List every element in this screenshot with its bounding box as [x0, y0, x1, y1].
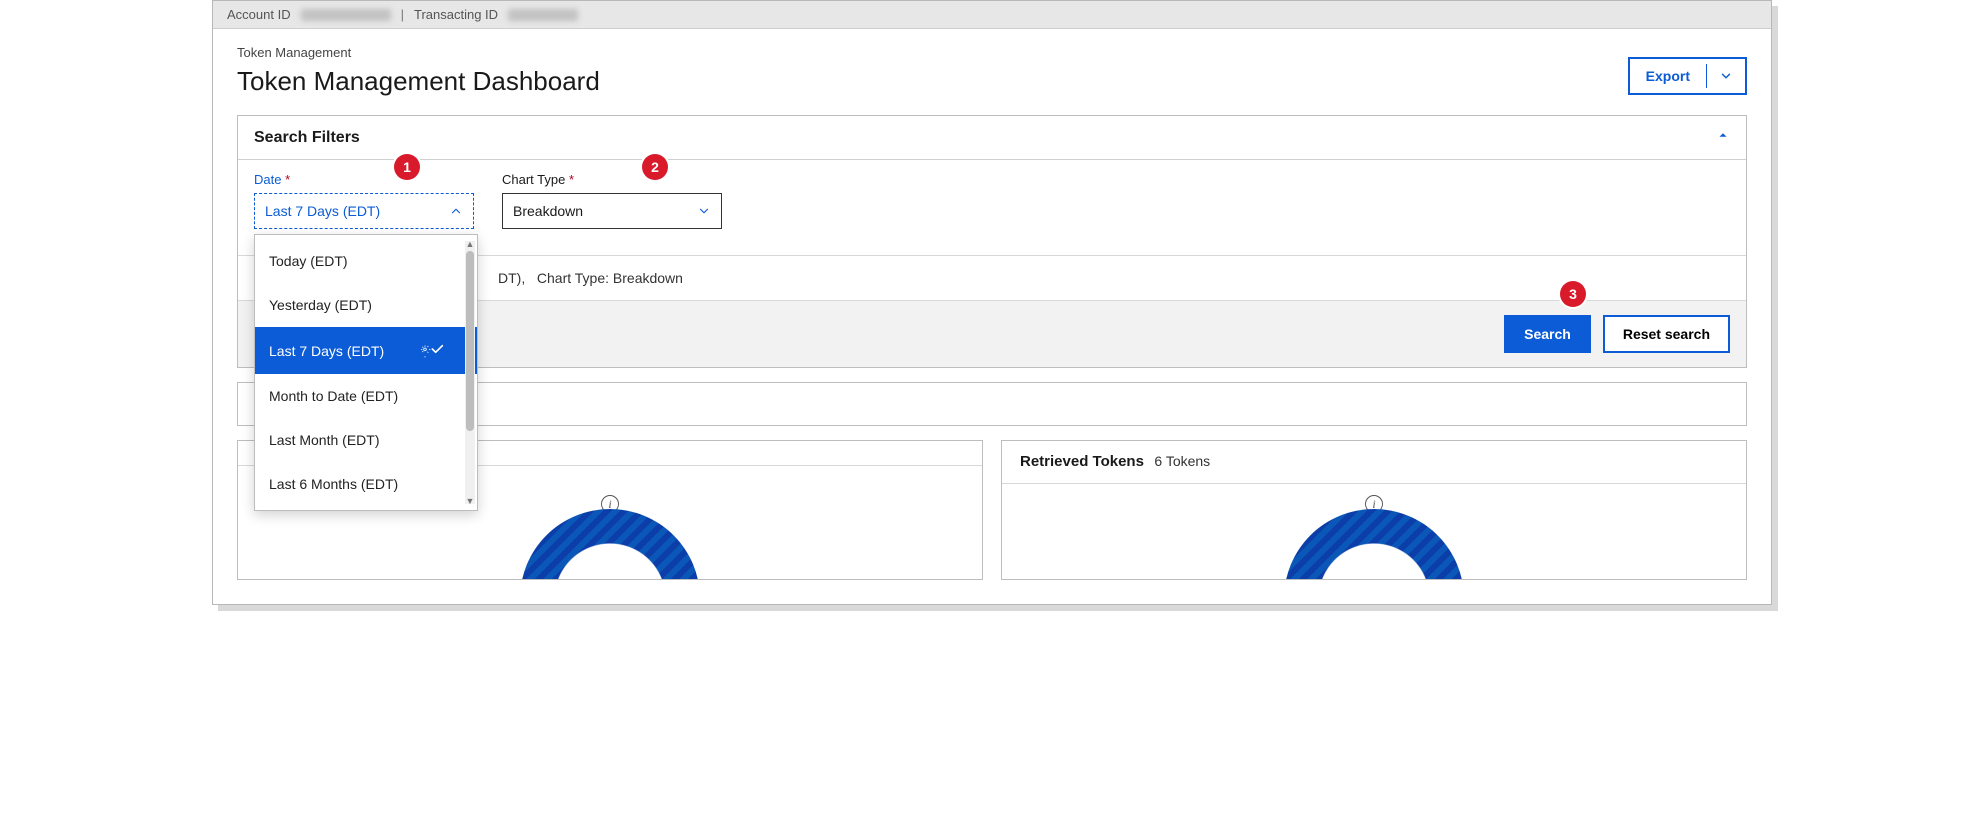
scrollbar-thumb[interactable]	[466, 251, 474, 431]
date-option-last7-label: Last 7 Days (EDT)	[269, 343, 384, 359]
date-option-yesterday[interactable]: Yesterday (EDT)	[255, 283, 477, 327]
date-option-last6m[interactable]: Last 6 Months (EDT)	[255, 462, 477, 506]
search-filters-body: 1 Date Last 7 Days (EDT) Today (EDT) Yes…	[238, 159, 1746, 367]
account-id-label: Account ID	[227, 7, 291, 22]
chart-type-caret	[697, 204, 711, 218]
separator: |	[401, 7, 404, 22]
chart-type-select[interactable]: Breakdown	[502, 193, 722, 229]
chart-type-field: 2 Chart Type Breakdown	[502, 172, 722, 229]
date-select-caret	[449, 204, 463, 218]
date-option-today[interactable]: Today (EDT)	[255, 239, 477, 283]
callout-2: 2	[642, 154, 668, 180]
chevron-down-icon	[1719, 69, 1733, 83]
date-label: Date	[254, 172, 474, 187]
date-option-mtd[interactable]: Month to Date (EDT)	[255, 374, 477, 418]
retrieved-tokens-card: Retrieved Tokens 6 Tokens i	[1001, 440, 1747, 580]
page-title: Token Management Dashboard	[237, 66, 1747, 97]
breadcrumb: Token Management	[237, 45, 1747, 60]
scroll-arrow-up-icon[interactable]: ▲	[465, 239, 475, 249]
reset-search-button[interactable]: Reset search	[1603, 315, 1730, 353]
scroll-arrow-down-icon[interactable]: ▼	[465, 496, 475, 506]
donut-chart-left	[520, 509, 700, 580]
collapse-caret[interactable]	[1716, 128, 1730, 147]
card-divider	[1002, 483, 1746, 484]
transacting-id-label: Transacting ID	[414, 7, 498, 22]
triangle-up-icon	[1716, 128, 1730, 142]
search-filters-title: Search Filters	[254, 129, 360, 147]
search-filters-header[interactable]: Search Filters	[238, 116, 1746, 159]
date-option-lastmonth[interactable]: Last Month (EDT)	[255, 418, 477, 462]
summary-date-fragment: DT),	[498, 270, 525, 286]
account-id-value-redacted	[301, 9, 391, 21]
content-area: Token Management Token Management Dashbo…	[213, 29, 1771, 426]
account-bar: Account ID | Transacting ID	[213, 1, 1771, 29]
summary-chart-key: Chart Type	[537, 270, 605, 286]
date-select-value: Last 7 Days (EDT)	[265, 203, 380, 219]
app-window: Account ID | Transacting ID Export Token…	[212, 0, 1772, 605]
filter-fields-row: 1 Date Last 7 Days (EDT) Today (EDT) Yes…	[254, 172, 1730, 229]
search-filters-panel: Search Filters 1 Date Last 7 Days (EDT)	[237, 115, 1747, 368]
dropdown-scrollbar[interactable]: ▲ ▼	[465, 241, 475, 504]
chevron-up-icon	[449, 204, 463, 218]
cursor-icon	[419, 343, 435, 362]
summary-chart-val: Breakdown	[613, 270, 683, 286]
date-field: 1 Date Last 7 Days (EDT) Today (EDT) Yes…	[254, 172, 474, 229]
callout-1: 1	[394, 154, 420, 180]
donut-chart-right	[1284, 509, 1464, 580]
export-button-label: Export	[1630, 68, 1706, 84]
retrieved-tokens-title: Retrieved Tokens	[1020, 453, 1144, 470]
export-button[interactable]: Export	[1628, 57, 1747, 95]
chart-type-select-value: Breakdown	[513, 203, 583, 219]
date-select[interactable]: Last 7 Days (EDT)	[254, 193, 474, 229]
chart-type-label: Chart Type	[502, 172, 722, 187]
retrieved-tokens-count: 6 Tokens	[1154, 453, 1210, 469]
transacting-id-value-redacted	[508, 9, 578, 21]
date-dropdown: Today (EDT) Yesterday (EDT) Last 7 Days …	[254, 234, 478, 511]
callout-3: 3	[1560, 281, 1586, 307]
export-caret[interactable]	[1707, 69, 1745, 83]
date-option-last7[interactable]: Last 7 Days (EDT)	[255, 327, 477, 374]
search-button[interactable]: Search	[1504, 315, 1591, 353]
chevron-down-icon	[697, 204, 711, 218]
